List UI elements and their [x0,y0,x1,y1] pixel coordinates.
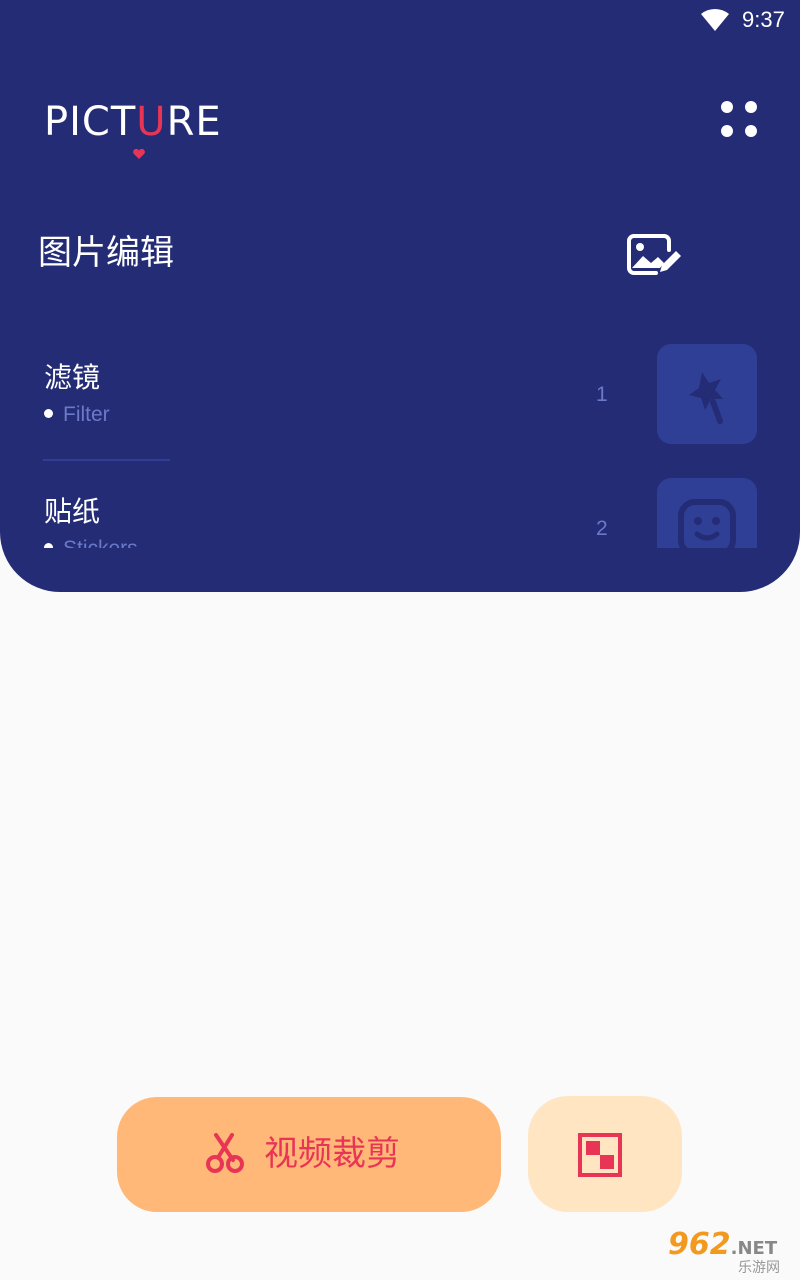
tool-subtitle: Filter [44,401,110,429]
logo-text-start: PICT [44,99,137,145]
tool-name: 贴纸 [44,495,101,528]
app-logo: PICTURE [44,100,222,144]
logo-text-end: RE [166,99,222,145]
site-watermark: 962.NET 乐游网 [664,1228,800,1280]
video-crop-label: 视频裁剪 [264,1134,400,1174]
bullet-dot [44,408,53,418]
magic-wand-star-icon [689,372,723,424]
wifi-icon [701,8,729,32]
image-edit-icon[interactable] [626,232,684,278]
status-bar: 9:37 [0,0,800,44]
tool-index: 2 [596,517,608,540]
bullet-dot [44,542,53,548]
tool-item-stickers[interactable]: 贴纸 Stickers 2 [0,464,800,548]
tool-index: 1 [596,383,608,406]
logo-text-accent: U [136,99,167,145]
mosaic-icon [578,1133,622,1177]
tool-list: 滤镜 Filter 1 贴纸 Stickers 2 [0,330,800,548]
tool-thumb [657,344,757,444]
tool-thumb [657,478,757,548]
sticker-face-icon [678,499,736,548]
watermark-subtitle: 乐游网 [738,1260,780,1276]
status-time: 9:37 [742,7,785,32]
tool-item-filter[interactable]: 滤镜 Filter 1 [0,330,800,461]
tool-name: 滤镜 [44,361,101,394]
grid-dots-icon[interactable] [716,96,762,142]
tool-subtitle: Stickers [44,535,138,548]
mosaic-button[interactable] [528,1096,682,1212]
scissors-icon [206,1133,244,1173]
heart-icon [133,148,145,159]
section-title: 图片编辑 [38,233,174,273]
list-divider [43,459,170,461]
